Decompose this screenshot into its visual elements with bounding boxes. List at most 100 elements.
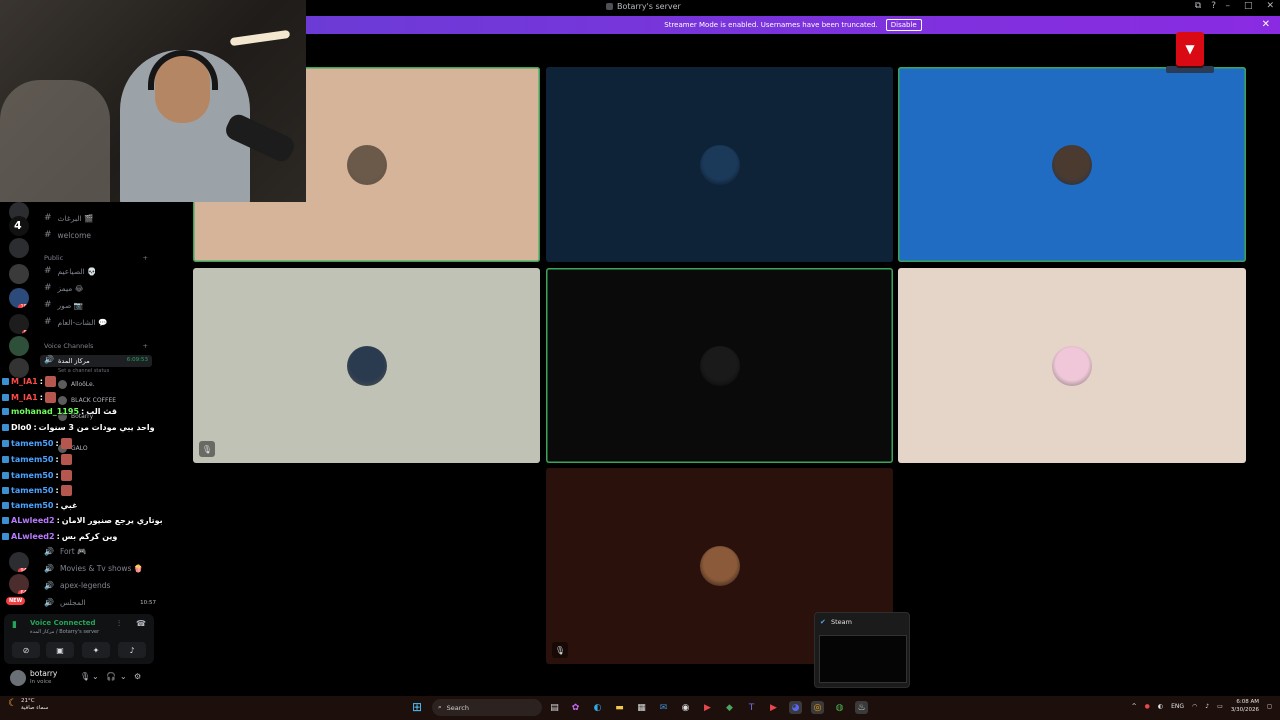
server-icon[interactable]: 100: [9, 288, 29, 308]
chat-username: ALwleed2: [11, 516, 55, 526]
channel-item[interactable]: # صور 📷: [44, 300, 83, 310]
close-window-button[interactable]: ✕: [1266, 1, 1274, 11]
notification-icon[interactable]: ◻: [1267, 703, 1272, 710]
chat-text: واحد يبي مودات من 3 سنوات: [38, 422, 155, 432]
app-icon[interactable]: ◎: [811, 701, 824, 714]
tray-app-icon[interactable]: ◐: [1158, 703, 1163, 710]
red-ribbon-icon[interactable]: ▼: [1176, 32, 1204, 66]
noise-suppression-icon[interactable]: ⫶: [118, 619, 120, 629]
mic-icon[interactable]: 🎙: [80, 672, 90, 681]
inbox-icon[interactable]: ⧉: [1195, 1, 1201, 11]
participant-video-tile[interactable]: 🎙: [193, 268, 540, 463]
disconnect-icon[interactable]: ☎: [136, 619, 146, 628]
youtube-icon[interactable]: ▶: [701, 701, 714, 714]
weather-widget[interactable]: ☾ 21°C سماء صافية: [8, 698, 48, 712]
edge-icon[interactable]: ◐: [591, 701, 604, 714]
moon-icon: ☾: [8, 698, 17, 709]
chat-username: tamem50: [11, 486, 54, 496]
help-icon[interactable]: ?: [1211, 1, 1216, 11]
chat-username: ALwleed2: [11, 532, 55, 541]
channel-item[interactable]: # welcome: [44, 230, 91, 240]
headphones-icon[interactable]: 🎧: [106, 672, 116, 681]
server-icon[interactable]: [9, 336, 29, 356]
category-public[interactable]: Public +: [44, 254, 148, 262]
hash-icon: #: [44, 317, 52, 327]
add-channel-icon[interactable]: +: [143, 342, 148, 350]
server-icon[interactable]: 641: [9, 574, 29, 594]
teams-icon[interactable]: T: [745, 701, 758, 714]
task-view-icon[interactable]: ▤: [548, 701, 561, 714]
username[interactable]: botarry: [30, 669, 57, 678]
language-indicator[interactable]: ENG: [1171, 703, 1184, 710]
channel-item[interactable]: # الشات-العام 💬: [44, 317, 107, 327]
file-explorer-icon[interactable]: ▬: [613, 701, 626, 714]
server-icon[interactable]: [9, 238, 29, 258]
youtube-icon[interactable]: ▶: [767, 701, 780, 714]
voice-channel-item[interactable]: 🔊 Movies & Tv shows 🍿: [44, 564, 143, 573]
channel-item[interactable]: # البرغاث 🎬: [44, 213, 93, 223]
steam-preview-thumbnail[interactable]: [819, 635, 907, 683]
channel-name: المجلس: [59, 598, 86, 607]
channel-name: الصياعيم 💀: [57, 266, 97, 276]
maximize-button[interactable]: □: [1244, 1, 1253, 11]
windows-start-icon[interactable]: ⊞: [412, 700, 422, 714]
new-badge: NEW: [6, 597, 26, 605]
chevron-down-icon[interactable]: ⌄: [120, 672, 127, 681]
chat-message: ALwleed2: وين كركم بس: [2, 532, 117, 541]
user-panel: botarry In voice 🎙 ⌄ 🎧 ⌄ ⚙: [4, 666, 154, 690]
discord-icon[interactable]: ◕: [789, 701, 802, 714]
participant-video-tile[interactable]: [546, 67, 893, 262]
server-icon[interactable]: 90: [9, 314, 29, 334]
outlook-icon[interactable]: ✉: [657, 701, 670, 714]
channel-item[interactable]: # ميمز 😂: [44, 283, 83, 293]
battery-icon[interactable]: ▭: [1217, 703, 1223, 710]
banner-close-icon[interactable]: ✕: [1262, 19, 1270, 30]
chat-message: Dlo0: واحد يبي مودات من 3 سنوات: [2, 423, 155, 432]
activities-button[interactable]: ✦: [82, 642, 110, 658]
voice-channel-item[interactable]: 🔊 apex-legends: [44, 581, 110, 590]
add-channel-icon[interactable]: +: [143, 254, 148, 262]
hash-icon: #: [44, 300, 52, 310]
gear-icon[interactable]: ⚙: [134, 672, 141, 681]
chat-text: وين كركم بس: [61, 532, 118, 541]
minimize-button[interactable]: –: [1225, 1, 1230, 11]
user-avatar[interactable]: [10, 670, 26, 686]
platform-icon: [2, 393, 9, 401]
active-voice-channel[interactable]: 🔊 مركاز المدة 6:09:53: [40, 355, 152, 367]
steam-taskbar-preview[interactable]: ✔ Steam: [814, 612, 910, 688]
voice-status[interactable]: Voice Connected: [30, 619, 96, 627]
chevron-down-icon[interactable]: ⌄: [92, 672, 99, 681]
window-titlebar: Botarry's server ⧉ ? – □ ✕: [306, 0, 1280, 16]
participant-video-tile[interactable]: [898, 67, 1246, 262]
channel-name: welcome: [57, 230, 92, 240]
wifi-icon[interactable]: ◠: [1192, 703, 1197, 710]
category-voice[interactable]: Voice Channels +: [44, 342, 148, 350]
server-icon[interactable]: 4: [9, 216, 29, 236]
participant-video-tile[interactable]: [898, 268, 1246, 463]
volume-icon[interactable]: ♪: [1205, 703, 1209, 710]
share-screen-button[interactable]: ▣: [46, 642, 74, 658]
chrome-icon[interactable]: ◍: [833, 701, 846, 714]
chevron-up-icon[interactable]: ^: [1132, 703, 1137, 710]
clock[interactable]: 6:08 AM 3/30/2026: [1231, 698, 1259, 714]
voice-channel-item[interactable]: 🔊 Fort 🎮: [44, 547, 86, 556]
signal-icon[interactable]: ▮: [12, 620, 17, 630]
copilot-icon[interactable]: ✿: [569, 701, 582, 714]
category-label: Voice Channels: [44, 342, 94, 350]
chat-username: tamem50: [11, 470, 54, 480]
participant-video-tile[interactable]: [546, 268, 893, 463]
server-icon[interactable]: 946: [9, 552, 29, 572]
tray-app-icon[interactable]: ●: [1145, 703, 1150, 710]
chat-separator: :: [39, 377, 43, 386]
store-icon[interactable]: ▦: [635, 701, 648, 714]
channel-item[interactable]: # الصياعيم 💀: [44, 266, 96, 276]
taskbar-search[interactable]: ⌕ Search: [432, 699, 542, 716]
app-icon[interactable]: ◉: [679, 701, 692, 714]
disable-streamer-mode-button[interactable]: Disable: [885, 19, 922, 31]
server-icon[interactable]: [9, 264, 29, 284]
camera-off-button[interactable]: ⊘: [12, 642, 40, 658]
steam-icon[interactable]: ♨: [855, 701, 868, 714]
soundboard-button[interactable]: ♪: [118, 642, 146, 658]
voice-channel-item[interactable]: 🔊 المجلس 10:57: [44, 598, 156, 607]
app-icon[interactable]: ◆: [723, 701, 736, 714]
